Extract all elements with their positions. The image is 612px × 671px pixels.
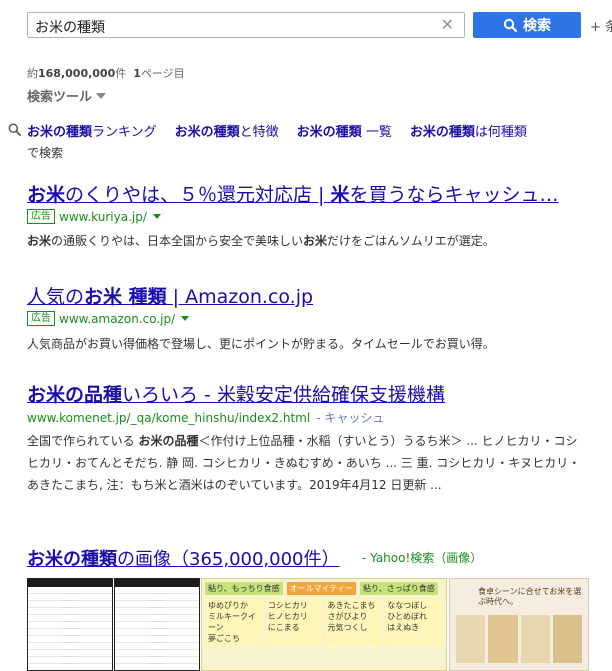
result-snippet: お米の通販くりやは、日本全国から安全で美味しいお米だけをごはんソムリエが選定。 — [27, 234, 495, 248]
result-url: 広告 www.amazon.co.jp/ — [27, 311, 190, 326]
search-tools-toggle[interactable]: 検索ツール — [27, 86, 107, 105]
chevron-down-icon[interactable] — [152, 214, 161, 219]
result-title-link[interactable]: お米の品種いろいろ - 米穀安定供給確保支援機構 — [27, 380, 445, 407]
related-search-link[interactable]: お米の種類と特徴 — [175, 125, 279, 140]
search-button-label: 検索 — [523, 18, 551, 34]
search-icon — [503, 18, 517, 32]
search-button[interactable]: 検索 — [473, 12, 581, 38]
image-thumbnail[interactable] — [114, 578, 200, 671]
chevron-down-icon[interactable] — [181, 316, 190, 321]
related-searches: お米の種類ランキング お米の種類と特徴 お米の種類 一覧 お米の種類は何種類 — [27, 121, 545, 140]
ad-badge: 広告 — [27, 311, 55, 326]
result-count: 約168,000,000件 1ページ目 — [27, 67, 185, 80]
result-url: www.komenet.jp/_qa/kome_hinshu/index2.ht… — [27, 409, 385, 426]
image-thumbnail[interactable]: 食卓シーンに合せてお米を選ぶ時代へ。 — [449, 578, 589, 671]
clear-icon[interactable]: ✕ — [441, 16, 454, 34]
search-icon — [8, 123, 21, 136]
result-title-link[interactable]: 人気のお米 種類 | Amazon.co.jp — [27, 282, 313, 309]
image-thumbnail[interactable]: 粘り、もっちり食感 オールマイティー 粘り、さっぱり食感 ゆめぴりか ミルキークイ… — [201, 578, 447, 671]
image-thumbnail[interactable] — [27, 578, 113, 671]
chevron-down-icon — [96, 93, 107, 99]
add-condition-link[interactable]: + 条 — [590, 16, 612, 35]
related-search-link[interactable]: お米の種類は何種類 — [410, 125, 527, 140]
cache-link[interactable]: - キャッシュ — [316, 409, 384, 426]
search-input[interactable]: お米の種類 ✕ — [27, 12, 465, 38]
related-search-link[interactable]: お米の種類 一覧 — [297, 125, 392, 140]
result-url: 広告 www.kuriya.jp/ — [27, 209, 161, 224]
result-title-link[interactable]: お米のくりやは、５％還元対応店 | 米を買うならキャッシュ… — [27, 180, 559, 207]
image-results-link[interactable]: お米の種類の画像（365,000,000件） — [27, 545, 340, 571]
related-search-link[interactable]: お米の種類ランキング — [27, 125, 157, 140]
result-snippet: 全国で作られている お米の品種＜作付け上位品種・水稲（すいとう）うるち米＞ ..… — [27, 434, 581, 492]
ad-badge: 広告 — [27, 209, 55, 224]
related-suffix: で検索 — [27, 146, 64, 160]
image-source: - Yahoo!検索（画像） — [362, 551, 483, 565]
result-snippet: 人気商品がお買い得価格で登場し、更にポイントが貯まる。タイムセールでお買い得。 — [27, 337, 495, 351]
search-query-text: お米の種類 — [35, 20, 105, 36]
